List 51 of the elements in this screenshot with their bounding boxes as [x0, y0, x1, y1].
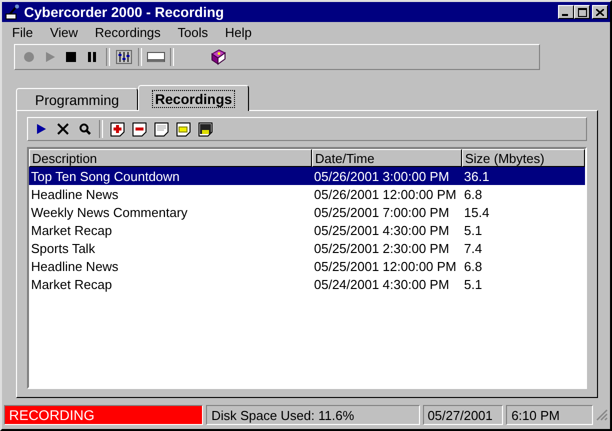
table-cell-text: 5.1 [463, 276, 484, 292]
table-row[interactable]: Headline News 05/25/2001 12:00:00 PM 6.8 [29, 257, 585, 275]
table-row[interactable]: Market Recap 05/24/2001 4:30:00 PM 5.1 [29, 275, 585, 293]
table-cell-text: Sports Talk [30, 240, 96, 256]
table-cell-text: 5.1 [463, 222, 484, 238]
disk-usage-text: Disk Space Used: 11.6% [206, 405, 420, 425]
table-row[interactable]: Top Ten Song Countdown 05/26/2001 3:00:00 PM 36.1 [29, 167, 585, 185]
table-cell-text: 15.4 [463, 204, 490, 220]
window-title: Cybercorder 2000 - Recording [24, 4, 225, 20]
menu-item[interactable]: File [4, 24, 42, 40]
menu-item[interactable]: Recordings [86, 24, 170, 40]
column-header[interactable]: Date/Time [312, 149, 462, 167]
resize-grip-icon [596, 409, 608, 421]
table-cell-text: 05/26/2001 12:00:00 PM [313, 186, 458, 202]
time-text: 6:10 PM [506, 405, 594, 425]
column-header[interactable]: Description [29, 149, 312, 167]
maximize-icon [578, 8, 586, 16]
table-cell-text: 6.8 [463, 258, 484, 274]
sliders-icon[interactable] [114, 47, 134, 67]
menu-item[interactable]: Help [217, 24, 261, 40]
table-cell-text: 05/26/2001 3:00:00 PM [313, 168, 450, 184]
table-cell-text: 05/25/2001 12:00:00 PM [313, 258, 458, 274]
table-cell-text: Market Recap [30, 276, 113, 292]
close-button[interactable] [592, 5, 608, 19]
close-icon [596, 8, 604, 16]
table-cell-text: 6.8 [463, 186, 484, 202]
table-row[interactable]: Weekly News Commentary 05/25/2001 7:00:00 PM 15.4 [29, 203, 585, 221]
table-cell-text: Market Recap [30, 222, 113, 238]
table-cell-text: Headline News [30, 186, 120, 202]
table-cell-text: Weekly News Commentary [30, 204, 189, 220]
minimize-button[interactable] [558, 5, 574, 19]
column-header[interactable]: Size (Mbytes) [462, 149, 585, 167]
table-cell-text: 05/25/2001 2:30:00 PM [313, 240, 450, 256]
table-cell-text: 7.4 [463, 240, 484, 256]
tab[interactable]: Recordings [138, 85, 250, 111]
table-row[interactable]: Sports Talk 05/25/2001 2:30:00 PM 7.4 [29, 239, 585, 257]
menu-item[interactable]: Tools [170, 24, 218, 40]
table-cell-text: 05/24/2001 4:30:00 PM [313, 276, 450, 292]
menu-item[interactable]: View [42, 24, 87, 40]
table-cell-text: 05/25/2001 7:00:00 PM [313, 204, 450, 220]
table-row[interactable]: Market Recap 05/25/2001 4:30:00 PM 5.1 [29, 221, 585, 239]
status-indicator: RECORDING [4, 405, 204, 425]
table-cell-text: Top Ten Song Countdown [30, 168, 181, 184]
maximize-button[interactable] [574, 5, 590, 19]
date-text: 05/27/2001 [422, 405, 504, 425]
table-cell-text: 05/25/2001 4:30:00 PM [313, 222, 450, 238]
table-row[interactable]: Headline News 05/26/2001 12:00:00 PM 6.8 [29, 185, 585, 203]
tab[interactable]: Programming [16, 88, 138, 110]
microphone-icon [4, 4, 20, 20]
table-cell-text: 36.1 [463, 168, 490, 184]
table-cell-text: Headline News [30, 258, 120, 274]
